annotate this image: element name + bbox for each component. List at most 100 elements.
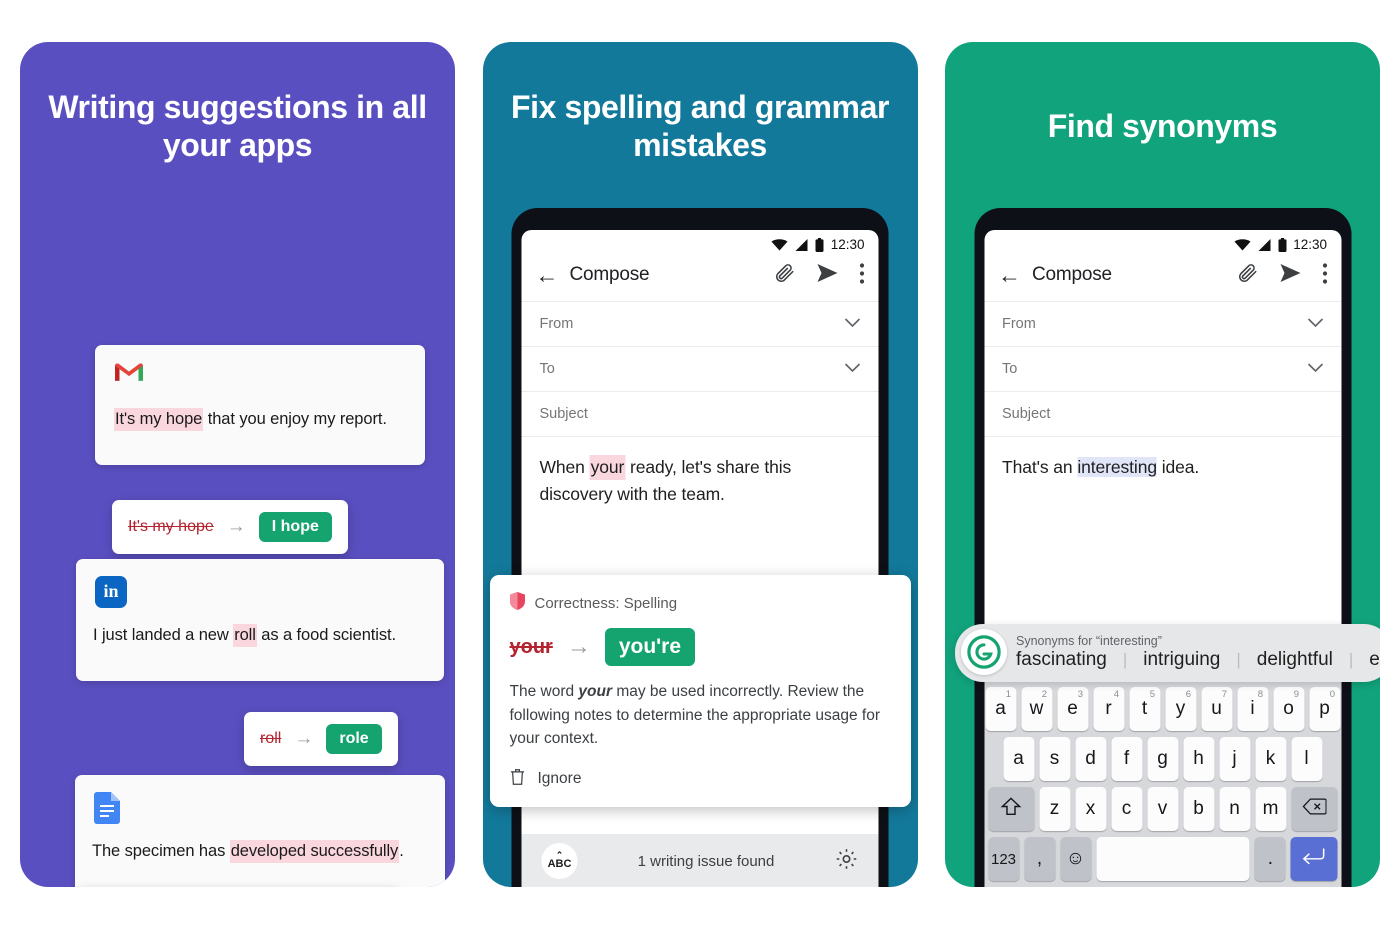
chevron-down-icon[interactable] [1307, 362, 1323, 376]
app-card-gmail[interactable]: It's my hope that you enjoy my report. [95, 344, 425, 465]
app-card-linkedin[interactable]: in I just landed a new roll as a food sc… [76, 558, 444, 681]
attach-icon[interactable] [1236, 262, 1258, 288]
field-subject[interactable]: Subject [984, 391, 1341, 436]
status-time: 12:30 [1293, 237, 1327, 252]
suggestion-replacement-linkedin[interactable]: role [326, 723, 382, 754]
app-card-google-docs[interactable]: The specimen has developed successfully. [75, 774, 445, 887]
arrow-right-icon: → [226, 516, 246, 537]
key-v[interactable]: v [1147, 787, 1178, 831]
key-i[interactable]: 8i [1237, 687, 1268, 731]
key-label: , [1036, 848, 1043, 869]
emoji-key[interactable]: ☺ [1060, 837, 1091, 881]
ignore-label: Ignore [537, 770, 582, 788]
suggestion-description-bold: your [578, 683, 613, 700]
writing-issue-message: 1 writing issue found [637, 852, 775, 870]
key-h[interactable]: h [1183, 737, 1214, 781]
email-body-spelling[interactable]: When your ready, let's share this discov… [521, 436, 879, 525]
synonym-divider: | [1122, 649, 1128, 669]
key-k[interactable]: k [1255, 737, 1286, 781]
suggestion-original-linkedin: roll [260, 729, 282, 747]
period-key[interactable]: . [1254, 837, 1286, 881]
key-r[interactable]: 4r [1093, 687, 1124, 731]
space-key[interactable] [1096, 837, 1250, 881]
synonym-item-2[interactable]: intriguing [1143, 649, 1220, 671]
key-a2[interactable]: a [1003, 737, 1034, 781]
keyboard-row-2: a s d f g h j k l [988, 737, 1337, 781]
send-icon[interactable] [1278, 261, 1302, 289]
key-b[interactable]: b [1183, 787, 1214, 831]
field-to-label: To [539, 361, 555, 377]
abc-keyboard-button[interactable]: ⌃ ABC [541, 843, 578, 879]
phone-mockup-synonyms: 12:30 ← Compose From To Subject That's a… [974, 208, 1351, 887]
synonym-item-1[interactable]: fascinating [1016, 649, 1107, 671]
grammarly-logo-icon[interactable] [961, 629, 1007, 675]
more-options-icon[interactable] [1322, 262, 1327, 288]
highlighted-error-gmail: It's my hope [114, 407, 204, 431]
key-z[interactable]: z [1039, 787, 1070, 831]
suggestion-replacement-word[interactable]: you're [604, 628, 696, 666]
email-body-synonyms[interactable]: That's an interesting idea. [984, 436, 1341, 498]
key-d[interactable]: d [1075, 737, 1106, 781]
backspace-icon [1302, 797, 1327, 821]
suggestion-category-label: Correctness: Spelling [534, 594, 678, 612]
more-options-icon[interactable] [859, 262, 865, 288]
suggestion-replacement-gmail[interactable]: I hope [258, 511, 332, 542]
key-label: c [1121, 798, 1132, 819]
highlighted-error-gdocs: developed successfully [229, 839, 400, 863]
back-arrow-icon[interactable]: ← [536, 263, 570, 287]
caret-up-icon: ⌃ [555, 849, 564, 860]
key-e[interactable]: 3e [1057, 687, 1088, 731]
synonym-item-4[interactable]: en [1369, 649, 1380, 671]
numbers-key[interactable]: 123 [988, 837, 1019, 881]
key-x[interactable]: x [1075, 787, 1106, 831]
key-label: . [1267, 848, 1273, 869]
key-f[interactable]: f [1111, 737, 1142, 781]
enter-key[interactable] [1290, 837, 1337, 881]
battery-icon [815, 237, 824, 252]
synonym-item-3[interactable]: delightful [1257, 649, 1333, 671]
grammarly-suggestion-card[interactable]: Correctness: Spelling your → you're The … [489, 575, 911, 807]
shift-key[interactable] [988, 787, 1034, 831]
key-u[interactable]: 7u [1201, 687, 1232, 731]
suggestion-popover-gmail[interactable]: It's my hope → I hope [112, 499, 348, 554]
chevron-down-icon[interactable] [1307, 317, 1323, 331]
key-o[interactable]: 9o [1273, 687, 1304, 731]
field-from[interactable]: From [521, 301, 879, 346]
field-to[interactable]: To [521, 346, 879, 391]
key-j[interactable]: j [1219, 737, 1250, 781]
field-from[interactable]: From [984, 301, 1341, 346]
key-label: u [1211, 698, 1222, 719]
field-to[interactable]: To [984, 346, 1341, 391]
comma-key[interactable]: , [1024, 837, 1055, 881]
key-l[interactable]: l [1291, 737, 1322, 781]
field-from-label: From [539, 316, 574, 332]
send-icon[interactable] [816, 261, 840, 289]
suggestion-popover-google-docs[interactable]: developed successfully → thrived [78, 886, 399, 887]
shield-icon [509, 592, 525, 614]
key-n[interactable]: n [1219, 787, 1250, 831]
key-m[interactable]: m [1255, 787, 1286, 831]
key-s[interactable]: s [1039, 737, 1070, 781]
key-p[interactable]: 0p [1309, 687, 1340, 731]
chevron-down-icon[interactable] [844, 362, 861, 376]
suggestion-popover-linkedin[interactable]: roll → role [244, 711, 398, 766]
key-num: 6 [1185, 689, 1191, 700]
grammarly-synonym-bar[interactable]: Synonyms for “interesting” fascinating |… [955, 624, 1380, 682]
highlighted-word-interesting[interactable]: interesting [1077, 457, 1157, 477]
key-c[interactable]: c [1111, 787, 1142, 831]
key-y[interactable]: 6y [1165, 687, 1196, 731]
key-label: g [1157, 748, 1168, 769]
key-a[interactable]: 1a [985, 687, 1016, 731]
key-t[interactable]: 5t [1129, 687, 1160, 731]
field-subject[interactable]: Subject [521, 391, 879, 436]
key-num: 1 [1005, 689, 1011, 700]
chevron-down-icon[interactable] [844, 317, 861, 331]
compose-title: Compose [1032, 264, 1112, 285]
key-g[interactable]: g [1147, 737, 1178, 781]
attach-icon[interactable] [774, 262, 796, 288]
gear-icon[interactable] [835, 847, 859, 876]
key-w[interactable]: 2w [1021, 687, 1052, 731]
backspace-key[interactable] [1291, 787, 1337, 831]
back-arrow-icon[interactable]: ← [998, 263, 1032, 287]
ignore-button[interactable]: Ignore [510, 768, 891, 791]
